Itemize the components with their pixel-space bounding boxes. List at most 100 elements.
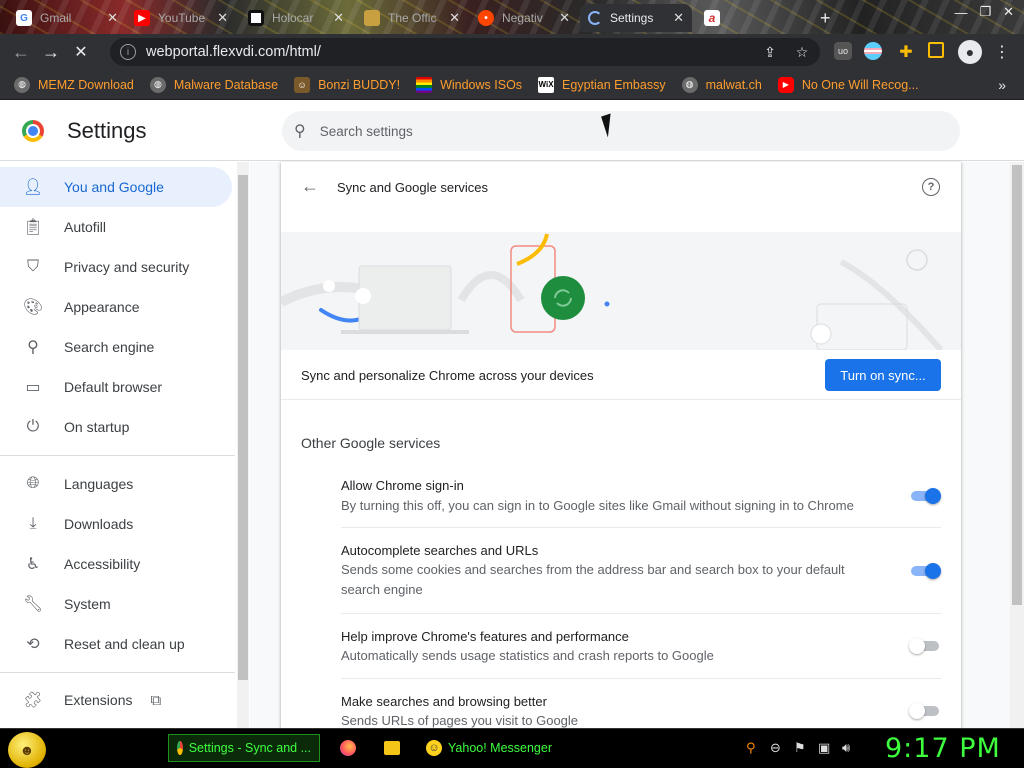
forward-icon[interactable]: → bbox=[36, 37, 66, 67]
bookmark-item[interactable]: Windows ISOs bbox=[416, 76, 522, 93]
reddit-icon: • bbox=[478, 10, 494, 26]
sidebar-item-label: Extensions bbox=[64, 692, 133, 708]
sidebar-item-label: Reset and clean up bbox=[64, 636, 185, 652]
sidebar-item-search-engine[interactable]: ⚲ Search engine bbox=[0, 327, 232, 367]
bookmark-star-icon[interactable]: ☆ bbox=[792, 42, 812, 62]
tab-youtube[interactable]: ▶ YouTube ✕ bbox=[126, 4, 236, 32]
new-tab-button[interactable]: + bbox=[812, 4, 842, 32]
toggle-switch[interactable] bbox=[909, 636, 941, 656]
sync-illustration bbox=[281, 232, 961, 350]
bonzi-start-icon[interactable]: ☻ bbox=[8, 732, 46, 768]
back-arrow-icon[interactable]: ← bbox=[301, 176, 319, 197]
loading-icon bbox=[588, 11, 602, 25]
setting-title: Allow Chrome sign-in bbox=[341, 478, 464, 493]
tab-title: Negativ bbox=[502, 11, 543, 25]
sidebar-item-appearance[interactable]: 🎨︎ Appearance bbox=[0, 287, 232, 327]
toggle-switch[interactable] bbox=[909, 701, 941, 721]
globe-icon: ◍ bbox=[681, 76, 698, 93]
bookmark-item[interactable]: ▶ No One Will Recog... bbox=[777, 76, 919, 93]
close-icon[interactable]: ✕ bbox=[217, 10, 228, 26]
messenger-tray-icon[interactable]: ⊖ bbox=[770, 740, 781, 756]
extensions-puzzle-icon[interactable]: ✚ bbox=[896, 42, 916, 62]
sidebar-item-autofill[interactable]: 📋︎ Autofill bbox=[0, 207, 232, 247]
sidebar-item-you-and-google[interactable]: 👤︎ You and Google bbox=[0, 167, 232, 207]
bookmark-item[interactable]: ◍ Malware Database bbox=[149, 76, 278, 93]
taskbar-item-yahoo[interactable]: ☺ Yahoo! Messenger bbox=[418, 734, 578, 762]
sidebar-item-on-startup[interactable]: ⏻ On startup bbox=[0, 407, 232, 447]
search-tray-icon[interactable]: ⚲ bbox=[746, 740, 756, 756]
bookmark-item[interactable]: ◍ malwat.ch bbox=[681, 76, 762, 93]
sidebar-item-downloads[interactable]: ⤓ Downloads bbox=[0, 504, 232, 544]
profile-avatar-icon[interactable]: ● bbox=[958, 40, 982, 64]
sidebar-scrollbar-thumb[interactable] bbox=[238, 175, 248, 680]
page-scrollbar-thumb[interactable] bbox=[1012, 165, 1022, 605]
address-bar[interactable]: i webportal.flexvdi.com/html/ bbox=[110, 38, 820, 66]
bookmark-item[interactable]: WiX Egyptian Embassy bbox=[538, 76, 666, 93]
tab-reddit[interactable]: • Negativ ✕ bbox=[470, 4, 578, 32]
help-icon[interactable]: ? bbox=[922, 178, 940, 196]
taskbar-clock[interactable]: 9:17 PM bbox=[885, 733, 1001, 764]
sync-row: Sync and personalize Chrome across your … bbox=[281, 350, 961, 400]
close-icon[interactable]: ✕ bbox=[673, 10, 684, 26]
shield-icon: ⛉ bbox=[26, 258, 39, 275]
tab-gmail[interactable]: G Gmail ✕ bbox=[8, 4, 126, 32]
download-icon: ⤓ bbox=[29, 515, 37, 532]
sidebar-item-label: Search engine bbox=[64, 339, 155, 355]
bookmark-item[interactable]: ☺ Bonzi BUDDY! bbox=[294, 76, 400, 93]
a-icon: a bbox=[704, 10, 720, 26]
close-icon[interactable]: ✕ bbox=[333, 10, 344, 26]
kebab-menu-icon[interactable]: ⋮ bbox=[992, 42, 1012, 62]
rainbow-flag-icon bbox=[416, 76, 433, 93]
restore-icon[interactable]: ❐ bbox=[979, 4, 991, 20]
extension-flag-icon[interactable] bbox=[864, 42, 882, 60]
sidebar-item-label: You and Google bbox=[64, 179, 164, 195]
sidebar-item-accessibility[interactable]: ♿︎ Accessibility bbox=[0, 544, 232, 584]
tab-holocar[interactable]: Holocar ✕ bbox=[240, 4, 352, 32]
setting-title: Autocomplete searches and URLs bbox=[341, 543, 539, 558]
toggle-switch[interactable] bbox=[909, 486, 941, 506]
sidebar-item-default-browser[interactable]: ▭ Default browser bbox=[0, 367, 232, 407]
close-icon[interactable]: ✕ bbox=[559, 10, 570, 26]
close-icon[interactable]: ✕ bbox=[449, 10, 460, 26]
tab-other[interactable]: a bbox=[696, 4, 796, 32]
url-text: webportal.flexvdi.com/html/ bbox=[146, 44, 321, 60]
bookmark-item[interactable]: ◍ MEMZ Download bbox=[14, 76, 134, 93]
sidebar-item-privacy[interactable]: ⛉ Privacy and security bbox=[0, 247, 232, 287]
sidebar-item-languages[interactable]: 🌐︎ Languages bbox=[0, 464, 232, 504]
sidebar-divider bbox=[0, 455, 235, 456]
toggle-switch[interactable] bbox=[909, 561, 941, 581]
back-icon[interactable]: ← bbox=[6, 37, 36, 67]
side-panel-icon[interactable] bbox=[928, 42, 944, 58]
tab-settings[interactable]: Settings ✕ bbox=[580, 4, 692, 32]
setting-title: Help improve Chrome's features and perfo… bbox=[341, 629, 629, 644]
security-flag-icon[interactable]: ⚑ bbox=[794, 740, 806, 756]
volume-icon[interactable]: 🔊︎ bbox=[842, 740, 850, 756]
taskbar-item-firefox[interactable] bbox=[332, 734, 364, 762]
setting-row-help-improve[interactable]: Help improve Chrome's features and perfo… bbox=[341, 614, 941, 679]
setting-row-chrome-signin[interactable]: Allow Chrome sign-in By turning this off… bbox=[341, 472, 941, 528]
stop-loading-icon[interactable]: ✕ bbox=[66, 37, 96, 67]
site-info-icon[interactable]: i bbox=[120, 44, 136, 60]
close-icon[interactable]: ✕ bbox=[107, 10, 118, 26]
sidebar-item-label: Default browser bbox=[64, 379, 163, 395]
ublock-icon[interactable]: uo bbox=[834, 42, 852, 60]
taskbar-item-settings[interactable]: Settings - Sync and ... bbox=[168, 734, 320, 762]
card-header: ← Sync and Google services ? bbox=[281, 162, 961, 212]
bookmark-label: malwat.ch bbox=[705, 77, 762, 92]
bookmarks-overflow-button[interactable]: » bbox=[998, 77, 1006, 93]
taskbar-label: Settings - Sync and ... bbox=[188, 741, 311, 755]
taskbar-item-explorer[interactable] bbox=[376, 734, 408, 762]
setting-row-searches-better[interactable]: Make searches and browsing better Sends … bbox=[341, 679, 941, 728]
sidebar-item-system[interactable]: 🔧︎ System bbox=[0, 584, 232, 624]
tab-office[interactable]: The Offic ✕ bbox=[356, 4, 468, 32]
share-icon[interactable]: ⇪ bbox=[760, 42, 780, 62]
sidebar-item-label: Autofill bbox=[64, 219, 107, 235]
turn-on-sync-button[interactable]: Turn on sync... bbox=[825, 359, 941, 391]
sidebar-item-reset[interactable]: ⟲ Reset and clean up bbox=[0, 624, 232, 664]
sync-description: Sync and personalize Chrome across your … bbox=[301, 368, 594, 383]
setting-row-autocomplete[interactable]: Autocomplete searches and URLs Sends som… bbox=[341, 528, 941, 614]
close-window-icon[interactable]: ✕ bbox=[1003, 4, 1014, 20]
sidebar-item-extensions[interactable]: 🧩︎ Extensions ⧉ bbox=[0, 680, 232, 720]
network-icon[interactable]: ▣ bbox=[818, 740, 830, 756]
minimize-icon[interactable]: — bbox=[954, 5, 967, 20]
